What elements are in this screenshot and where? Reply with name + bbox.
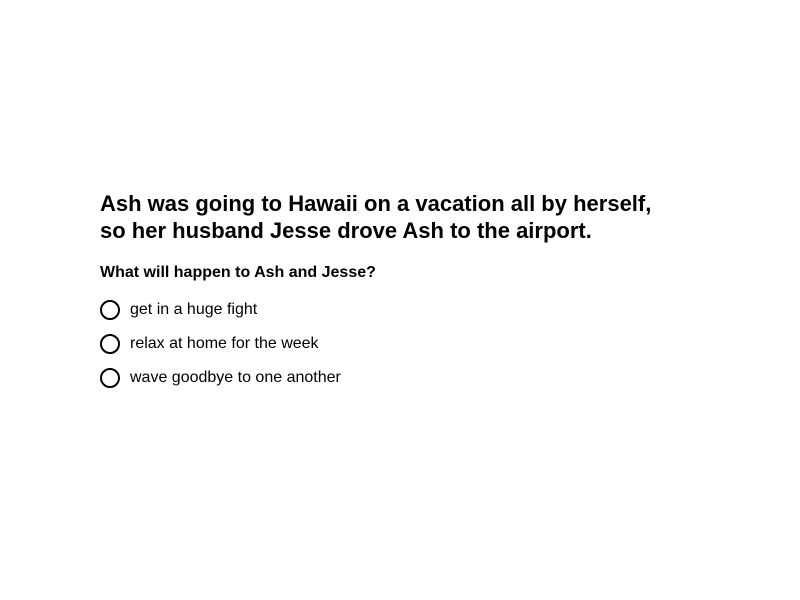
question-text: What will happen to Ash and Jesse? (100, 264, 376, 281)
answer-option-2[interactable]: relax at home for the week (100, 332, 700, 356)
answer-option-1[interactable]: get in a huge fight (100, 298, 700, 322)
answer-option-label[interactable]: relax at home for the week (130, 334, 319, 354)
passage-text: Ash was going to Hawaii on a vacation al… (100, 191, 652, 243)
answer-option-3[interactable]: wave goodbye to one another (100, 366, 700, 390)
quiz-card: Ash was going to Hawaii on a vacation al… (100, 190, 700, 400)
answer-options: get in a huge fight relax at home for th… (100, 298, 700, 390)
answer-option-label[interactable]: wave goodbye to one another (130, 368, 341, 388)
radio-button[interactable] (100, 334, 120, 354)
answer-option-label[interactable]: get in a huge fight (130, 300, 257, 320)
radio-button[interactable] (100, 300, 120, 320)
radio-button[interactable] (100, 368, 120, 388)
